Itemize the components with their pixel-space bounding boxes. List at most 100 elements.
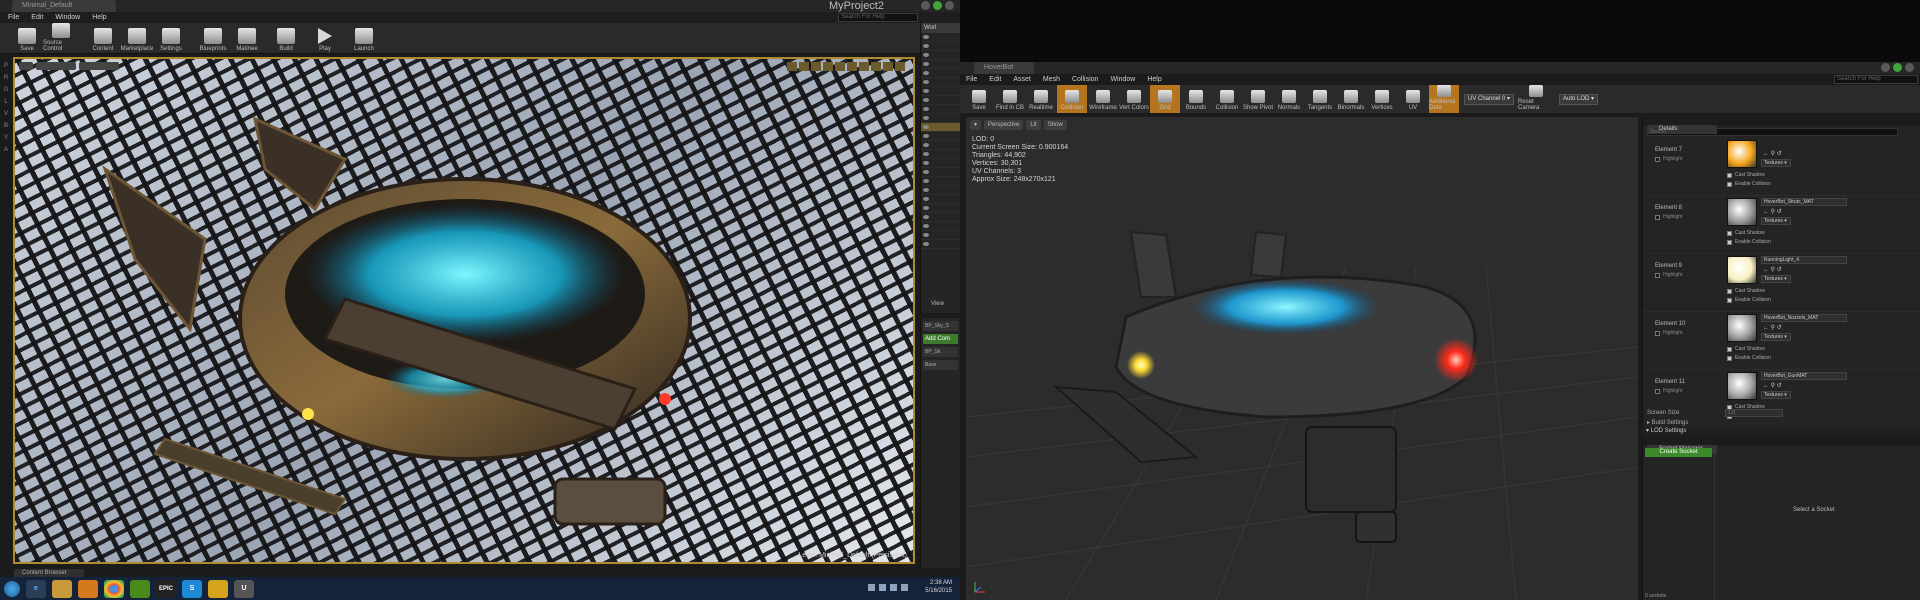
menu-file[interactable]: File — [966, 74, 977, 85]
toolbar-button-vert-colors[interactable]: Vert Colors — [1119, 85, 1149, 113]
outliner-row[interactable] — [921, 96, 960, 105]
enable-collision-checkbox[interactable] — [1727, 355, 1732, 361]
paint-icon[interactable] — [208, 579, 228, 598]
material-thumbnail[interactable] — [1727, 256, 1757, 284]
matinee-button[interactable]: Matinee — [232, 23, 262, 54]
eye-icon[interactable] — [923, 224, 929, 228]
view-options-button[interactable]: View — [931, 301, 944, 307]
highlight-checkbox[interactable] — [1655, 214, 1660, 220]
mode-b[interactable]: B — [0, 123, 12, 129]
material-thumbnail[interactable] — [1727, 372, 1757, 400]
outliner-row[interactable] — [921, 204, 960, 213]
outliner-row[interactable] — [921, 123, 960, 132]
outliner-row[interactable] — [921, 60, 960, 69]
mode-place[interactable]: P — [0, 63, 12, 69]
toolbar-button-bounds[interactable]: Bounds — [1181, 85, 1211, 113]
volume-icon[interactable] — [901, 584, 908, 591]
textures-dropdown[interactable]: Textures ▾ — [1761, 275, 1791, 283]
flag-icon[interactable] — [879, 584, 886, 591]
uv-channel-dropdown[interactable]: UV Channel 0 ▾ — [1464, 94, 1515, 105]
launch-button[interactable]: Launch — [349, 23, 379, 54]
outliner-row[interactable] — [921, 240, 960, 249]
play-button[interactable]: Play — [310, 23, 340, 54]
hoverbot-tab[interactable]: HoverBot — [974, 62, 1034, 74]
chrome-icon[interactable] — [104, 579, 124, 598]
outliner-row[interactable] — [921, 168, 960, 177]
toolbar-button-wireframe[interactable]: Wireframe — [1088, 85, 1118, 113]
eye-icon[interactable] — [923, 35, 929, 39]
enable-collision-checkbox[interactable] — [1727, 239, 1732, 245]
mode-y[interactable]: Y — [0, 135, 12, 141]
outliner-row[interactable] — [921, 141, 960, 150]
build-settings-expander[interactable]: ▸ Build Settings — [1647, 419, 1688, 426]
mode-l[interactable]: L — [0, 99, 12, 105]
toolbar-button-show-pivot[interactable]: Show Pivot — [1243, 85, 1273, 113]
clock[interactable]: 2:38 AM 5/16/2015 — [925, 579, 952, 595]
menu-edit[interactable]: Edit — [31, 12, 43, 23]
outliner-row[interactable] — [921, 132, 960, 141]
network-icon[interactable] — [890, 584, 897, 591]
outliner-row[interactable] — [921, 69, 960, 78]
enable-collision-checkbox[interactable] — [1727, 181, 1732, 187]
highlight-checkbox[interactable] — [1655, 272, 1660, 278]
eye-icon[interactable] — [923, 206, 929, 210]
reset-camera-button[interactable]: Reset Camera — [1518, 85, 1554, 113]
blueprints-button[interactable]: Blueprints — [195, 23, 231, 54]
toolbar-button-normals[interactable]: Normals — [1274, 85, 1304, 113]
material-dropdown[interactable]: HoverBot_Struts_MAT — [1761, 198, 1847, 206]
eye-icon[interactable] — [923, 152, 929, 156]
eye-icon[interactable] — [923, 116, 929, 120]
content-button[interactable]: Content — [88, 23, 118, 54]
outliner-row[interactable] — [921, 51, 960, 60]
outliner-row[interactable] — [921, 42, 960, 51]
material-dropdown[interactable]: HoverBot_GunMAT — [1761, 372, 1847, 380]
material-dropdown[interactable]: RunningLight_4 — [1761, 256, 1847, 264]
outliner-row[interactable] — [921, 105, 960, 114]
textures-dropdown[interactable]: Textures ▾ — [1761, 391, 1791, 399]
menu-asset[interactable]: Asset — [1013, 74, 1031, 85]
eye-icon[interactable] — [923, 80, 929, 84]
selected-actor[interactable]: BP_Sky_S — [923, 321, 958, 331]
material-thumbnail[interactable] — [1727, 140, 1757, 168]
outliner-row[interactable] — [921, 159, 960, 168]
toolbar-button-uv[interactable]: UV — [1398, 85, 1428, 113]
create-socket-button[interactable]: Create Socket — [1645, 448, 1712, 457]
save-button[interactable]: Save — [12, 23, 42, 54]
settings-button[interactable]: Settings — [156, 23, 186, 54]
eye-icon[interactable] — [923, 107, 929, 111]
help-search-input[interactable]: Search For Help — [1834, 75, 1918, 84]
eye-icon[interactable] — [923, 53, 929, 57]
eye-icon[interactable] — [923, 170, 929, 174]
add-component-button[interactable]: Add Com — [923, 334, 958, 344]
outliner-row[interactable] — [921, 78, 960, 87]
eye-icon[interactable] — [923, 89, 929, 93]
outliner-row[interactable] — [921, 33, 960, 42]
eye-icon[interactable] — [923, 143, 929, 147]
toolbar-button-binormals[interactable]: Binormals — [1336, 85, 1366, 113]
eye-icon[interactable] — [923, 71, 929, 75]
outliner-row[interactable] — [921, 114, 960, 123]
outliner-row[interactable] — [921, 222, 960, 231]
material-thumbnail[interactable] — [1727, 314, 1757, 342]
textures-dropdown[interactable]: Textures ▾ — [1761, 333, 1791, 341]
marketplace-button[interactable]: Marketplace — [119, 23, 155, 54]
toolbar-button-save[interactable]: Save — [964, 85, 994, 113]
minimize-icon[interactable] — [1881, 63, 1890, 72]
eye-icon[interactable] — [923, 188, 929, 192]
maximize-icon[interactable] — [933, 1, 942, 10]
outliner-row[interactable] — [921, 87, 960, 96]
toolbar-button-realtime[interactable]: Realtime — [1026, 85, 1056, 113]
toolbar-button-find-in-cb[interactable]: Find in CB — [995, 85, 1025, 113]
unreal-icon[interactable]: U — [234, 579, 254, 598]
component-base[interactable]: Base — [923, 360, 958, 370]
eye-icon[interactable] — [923, 125, 929, 129]
maximize-icon[interactable] — [1893, 63, 1902, 72]
browse-arrows-icon[interactable]: ← ⚲ ↺ — [1763, 382, 1782, 389]
close-icon[interactable] — [1905, 63, 1914, 72]
content-browser-tab[interactable]: Content Browser — [14, 569, 84, 577]
eye-icon[interactable] — [923, 98, 929, 102]
highlight-checkbox[interactable] — [1655, 156, 1660, 162]
menu-help[interactable]: Help — [1147, 74, 1161, 85]
build-button[interactable]: Build — [271, 23, 301, 54]
material-dropdown[interactable]: HoverBot_Nozzels_MAT — [1761, 314, 1847, 322]
